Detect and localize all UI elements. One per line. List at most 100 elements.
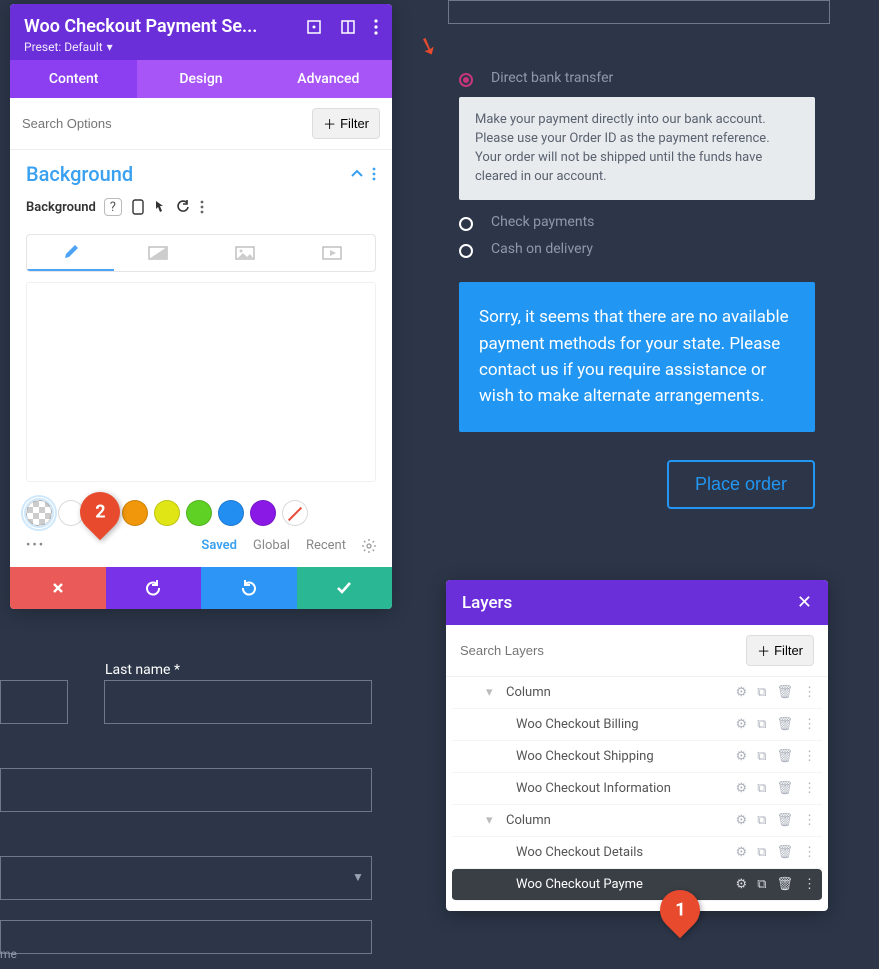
undo-button[interactable]: [106, 567, 202, 609]
radio-cash-on-delivery[interactable]: [459, 244, 473, 258]
layer-row-column-1[interactable]: ▾ Column ⚙ ⧉ 🗑 ⋮: [452, 677, 822, 709]
palette-tab-global[interactable]: Global: [253, 538, 290, 553]
gear-icon[interactable]: ⚙: [736, 877, 748, 892]
trash-icon[interactable]: 🗑: [776, 685, 793, 700]
cancel-button[interactable]: [10, 567, 106, 609]
bg-type-image[interactable]: [201, 235, 288, 271]
place-order-button[interactable]: Place order: [667, 460, 815, 509]
bg-type-gradient[interactable]: [114, 235, 201, 271]
gear-icon[interactable]: ⚙: [736, 813, 748, 828]
layer-row-shipping[interactable]: Woo Checkout Shipping ⚙ ⧉ 🗑 ⋮: [452, 741, 822, 773]
gear-icon[interactable]: ⚙: [736, 845, 748, 860]
search-layers-input[interactable]: [460, 635, 738, 666]
layer-row-information[interactable]: Woo Checkout Information ⚙ ⧉ 🗑 ⋮: [452, 773, 822, 805]
trash-icon[interactable]: 🗑: [776, 845, 793, 860]
chevron-down-icon[interactable]: ▾: [486, 813, 500, 828]
palette-tab-recent[interactable]: Recent: [306, 538, 346, 553]
palette-tab-saved[interactable]: Saved: [201, 538, 237, 553]
chevron-down-icon[interactable]: ▾: [486, 685, 500, 700]
filter-button[interactable]: ＋ Filter: [312, 108, 380, 139]
settings-action-bar: [10, 567, 392, 609]
input-row-2[interactable]: [0, 768, 372, 812]
more-icon[interactable]: ⋮: [803, 845, 816, 860]
tab-design[interactable]: Design: [137, 60, 264, 98]
swatch-orange[interactable]: [122, 500, 148, 526]
label-bank-transfer[interactable]: Direct bank transfer: [491, 70, 613, 86]
duplicate-icon[interactable]: ⧉: [757, 685, 766, 700]
section-more-icon[interactable]: [372, 167, 376, 181]
expand-icon[interactable]: [306, 19, 322, 35]
trash-icon[interactable]: 🗑: [776, 717, 793, 732]
preset-selector[interactable]: Preset: Default ▾: [24, 40, 378, 54]
settings-title: Woo Checkout Payment Se...: [24, 16, 257, 37]
help-icon[interactable]: ?: [104, 198, 122, 216]
phone-icon[interactable]: [132, 199, 144, 215]
more-icon[interactable]: [374, 19, 378, 35]
more-icon[interactable]: ⋮: [803, 877, 816, 892]
swatch-yellow[interactable]: [154, 500, 180, 526]
trash-icon[interactable]: 🗑: [776, 749, 793, 764]
payment-notice: Sorry, it seems that there are no availa…: [459, 282, 815, 431]
background-type-tabs: [26, 234, 376, 272]
gear-icon[interactable]: [362, 539, 376, 553]
duplicate-icon[interactable]: ⧉: [757, 813, 766, 828]
swatch-transparent[interactable]: [26, 500, 52, 526]
payment-methods: Direct bank transfer Make your payment d…: [459, 60, 815, 509]
trash-icon[interactable]: 🗑: [776, 781, 793, 796]
more-icon[interactable]: ⋮: [803, 749, 816, 764]
last-name-input[interactable]: [104, 680, 372, 724]
section-background-title[interactable]: Background: [26, 162, 133, 186]
layer-row-billing[interactable]: Woo Checkout Billing ⚙ ⧉ 🗑 ⋮: [452, 709, 822, 741]
select-row[interactable]: [0, 856, 372, 900]
tab-advanced[interactable]: Advanced: [265, 60, 392, 98]
bg-type-color[interactable]: [27, 235, 114, 271]
row-more-icon[interactable]: [200, 200, 204, 214]
swatch-blue[interactable]: [218, 500, 244, 526]
swatch-green[interactable]: [186, 500, 212, 526]
close-icon[interactable]: ✕: [797, 592, 812, 613]
swatch-none[interactable]: [282, 500, 308, 526]
bg-type-video[interactable]: [288, 235, 375, 271]
outline-box: [448, 0, 830, 24]
confirm-button[interactable]: [297, 567, 393, 609]
layers-filter-button[interactable]: ＋ Filter: [746, 635, 814, 666]
layer-row-payment-selected[interactable]: Woo Checkout Payme ⚙ ⧉ 🗑 ⋮: [452, 869, 822, 901]
more-icon[interactable]: ⋮: [803, 813, 816, 828]
radio-bank-transfer[interactable]: [459, 73, 473, 87]
columns-icon[interactable]: [340, 19, 356, 35]
label-cash-on-delivery[interactable]: Cash on delivery: [491, 241, 593, 257]
label-check-payments[interactable]: Check payments: [491, 214, 594, 230]
duplicate-icon[interactable]: ⧉: [757, 749, 766, 764]
trash-icon[interactable]: 🗑: [776, 877, 793, 892]
hover-icon[interactable]: [154, 200, 166, 214]
more-swatches-icon[interactable]: •••: [26, 538, 45, 553]
input-row-3[interactable]: [0, 920, 372, 954]
duplicate-icon[interactable]: ⧉: [757, 717, 766, 732]
duplicate-icon[interactable]: ⧉: [757, 845, 766, 860]
background-preview: [26, 282, 376, 482]
more-icon[interactable]: ⋮: [803, 685, 816, 700]
gear-icon[interactable]: ⚙: [736, 749, 748, 764]
layer-row-details[interactable]: Woo Checkout Details ⚙ ⧉ 🗑 ⋮: [452, 837, 822, 869]
gear-icon[interactable]: ⚙: [736, 685, 748, 700]
partial-input-1[interactable]: [0, 680, 68, 724]
redo-button[interactable]: [201, 567, 297, 609]
gear-icon[interactable]: ⚙: [736, 781, 748, 796]
reset-icon[interactable]: [176, 200, 190, 214]
layers-panel: Layers ✕ ＋ Filter ▾ Column ⚙ ⧉ 🗑 ⋮ Woo C…: [446, 580, 828, 911]
more-icon[interactable]: ⋮: [803, 781, 816, 796]
more-icon[interactable]: ⋮: [803, 717, 816, 732]
duplicate-icon[interactable]: ⧉: [757, 877, 766, 892]
duplicate-icon[interactable]: ⧉: [757, 781, 766, 796]
layer-row-column-2[interactable]: ▾ Column ⚙ ⧉ 🗑 ⋮: [452, 805, 822, 837]
search-options-input[interactable]: [22, 116, 304, 131]
radio-check-payments[interactable]: [459, 217, 473, 231]
tab-content[interactable]: Content: [10, 60, 137, 98]
settings-header: Woo Checkout Payment Se... Preset: Defau…: [10, 4, 392, 60]
trash-icon[interactable]: 🗑: [776, 813, 793, 828]
layers-title: Layers: [462, 593, 512, 613]
background-label: Background: [26, 200, 96, 215]
gear-icon[interactable]: ⚙: [736, 717, 748, 732]
swatch-purple[interactable]: [250, 500, 276, 526]
collapse-icon[interactable]: [350, 167, 364, 181]
